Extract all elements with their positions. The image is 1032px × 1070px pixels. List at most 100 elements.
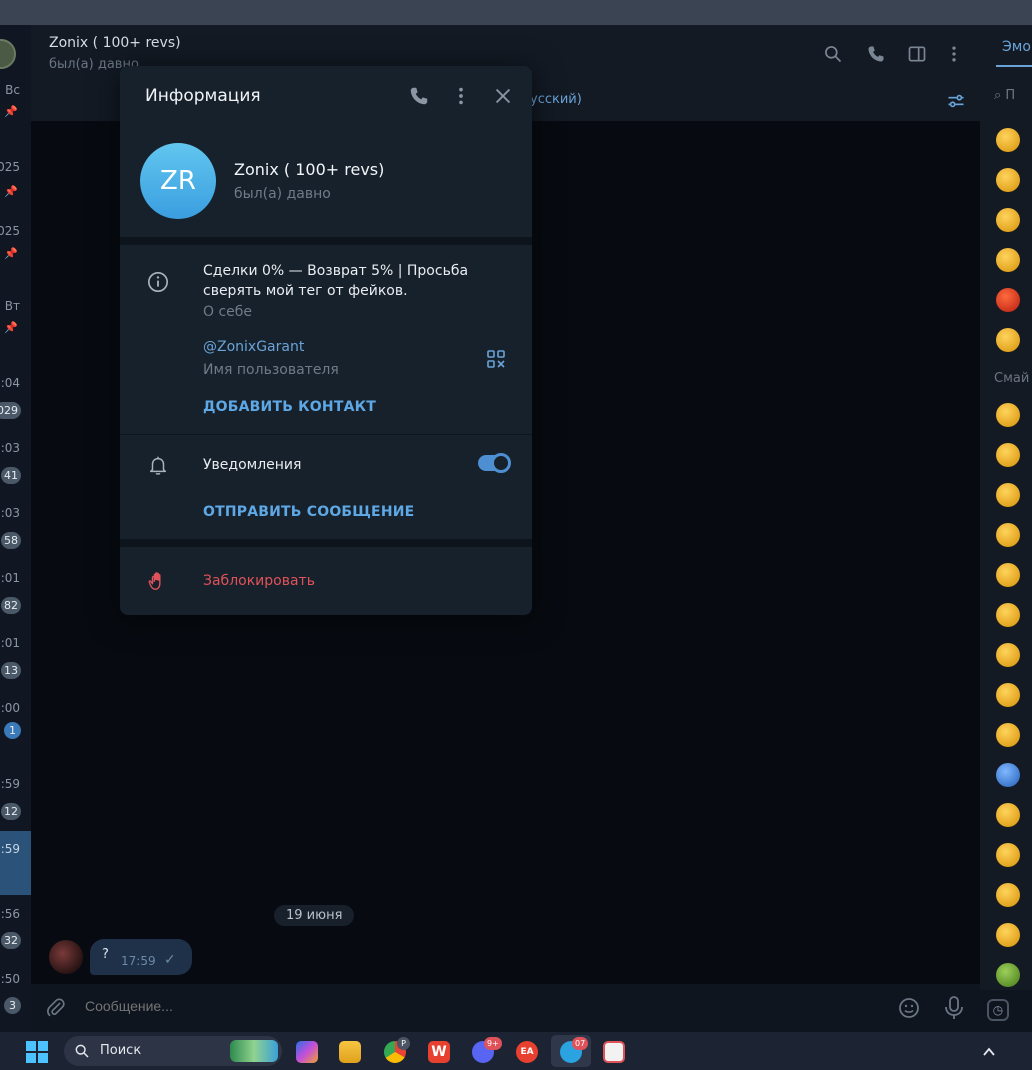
chat-list-time: :01 (0, 636, 20, 650)
emoji-item[interactable] (996, 723, 1020, 747)
taskbar-search[interactable]: Поиск (64, 1036, 282, 1066)
emoji-item[interactable] (996, 403, 1020, 427)
paperclip-icon[interactable] (45, 997, 67, 1019)
more-vertical-icon[interactable] (944, 44, 964, 64)
chat-list-avatar[interactable] (0, 39, 16, 69)
chat-list-time: :00 (0, 701, 20, 715)
message-time: 17:59 (121, 954, 156, 968)
discord-badge: 9+ (484, 1037, 502, 1050)
emoji-search-placeholder: П (1005, 88, 1016, 103)
phone-icon[interactable] (408, 85, 430, 107)
emoji-item[interactable] (996, 288, 1020, 312)
emoji-item[interactable] (996, 843, 1020, 867)
ea-app-icon[interactable]: EA (516, 1041, 538, 1063)
username-caption: Имя пользователя (203, 362, 339, 378)
more-vertical-icon[interactable] (450, 85, 472, 107)
taskbar-search-label: Поиск (100, 1043, 142, 1058)
notifications-toggle[interactable] (478, 453, 511, 473)
emoji-item[interactable] (996, 523, 1020, 547)
chat-list-time: 025 (0, 160, 20, 174)
chat-list-time: 025 (0, 224, 20, 238)
unread-badge: 1 (4, 722, 21, 739)
emoji-item[interactable] (996, 683, 1020, 707)
pin-icon: 📌 (4, 321, 18, 334)
recent-clock-icon[interactable]: ◷ (987, 999, 1009, 1021)
close-icon[interactable] (492, 85, 514, 107)
info-dialog: Информация ZR Zonix ( 100+ revs) был(а) … (120, 66, 532, 615)
message-input[interactable] (85, 998, 785, 1014)
copilot-icon[interactable] (296, 1041, 318, 1063)
section-divider (120, 539, 532, 547)
emoji-item[interactable] (996, 803, 1020, 827)
chat-list-time: :01 (0, 571, 20, 585)
toggle-knob (491, 453, 511, 473)
file-explorer-icon[interactable] (339, 1041, 361, 1063)
emoji-item[interactable] (996, 168, 1020, 192)
search-icon: ⌕ (994, 88, 1006, 103)
chat-list-time: :59 (0, 777, 20, 791)
chat-list-time: :04 (0, 376, 20, 390)
filter-icon[interactable] (946, 91, 966, 111)
sidebar-toggle-icon[interactable] (907, 44, 927, 64)
avatar[interactable] (49, 940, 83, 974)
unread-badge: 3 (4, 997, 21, 1014)
qr-code-icon[interactable] (486, 349, 506, 369)
notifications-label: Уведомления (203, 457, 302, 473)
microphone-icon[interactable] (943, 995, 965, 1021)
tab-underline (996, 65, 1032, 67)
dialog-title: Информация (145, 86, 261, 106)
message-bubble[interactable]: ? 17:59 ✓ (90, 939, 192, 975)
search-icon (75, 1044, 89, 1058)
add-contact-button[interactable]: ДОБАВИТЬ КОНТАКТ (203, 399, 376, 415)
send-message-button[interactable]: ОТПРАВИТЬ СООБЩЕНИЕ (203, 504, 414, 520)
chat-list-time: :50 (0, 972, 20, 986)
emoji-search[interactable]: ⌕ П (994, 88, 1032, 114)
emoji-item[interactable] (996, 563, 1020, 587)
profile-username[interactable]: @ZonixGarant (203, 339, 304, 355)
emoji-item[interactable] (996, 248, 1020, 272)
search-icon[interactable] (823, 44, 843, 64)
profile-status: был(а) давно (234, 186, 331, 202)
emoji-item[interactable] (996, 483, 1020, 507)
avatar[interactable]: ZR (140, 143, 216, 219)
unread-badge: 58 (1, 532, 21, 549)
block-hand-icon (148, 572, 161, 590)
telegram-icon[interactable]: 07 (560, 1037, 589, 1063)
emoji-panel-footer: ◷ (980, 990, 1032, 1032)
snipping-tool-icon[interactable] (603, 1041, 625, 1063)
emoji-item[interactable] (996, 763, 1020, 787)
emoji-icon[interactable] (897, 996, 921, 1020)
message-composer (31, 984, 980, 1032)
discord-icon[interactable]: 9+ (472, 1037, 502, 1063)
info-icon (148, 272, 168, 292)
emoji-item[interactable] (996, 643, 1020, 667)
block-user-button[interactable]: Заблокировать (203, 573, 315, 589)
unread-badge: 32 (1, 932, 21, 949)
tab-emoji[interactable]: Эмо (1002, 39, 1031, 55)
phone-icon[interactable] (866, 44, 886, 64)
chat-list-item-active[interactable]: :59 (0, 831, 31, 895)
pin-icon: 📌 (4, 105, 18, 118)
chat-list-time: :03 (0, 441, 20, 455)
emoji-item[interactable] (996, 208, 1020, 232)
chat-list-time: :59 (0, 842, 20, 856)
emoji-item[interactable] (996, 883, 1020, 907)
unread-badge: 12 (1, 803, 21, 820)
windows-start-icon[interactable] (26, 1041, 48, 1063)
chat-title[interactable]: Zonix ( 100+ revs) (49, 35, 181, 51)
emoji-item[interactable] (996, 128, 1020, 152)
emoji-item[interactable] (996, 328, 1020, 352)
section-line (120, 434, 532, 435)
emoji-item[interactable] (996, 963, 1020, 987)
emoji-item[interactable] (996, 603, 1020, 627)
chrome-icon[interactable]: P (384, 1037, 410, 1063)
wps-office-icon[interactable]: W (428, 1041, 450, 1063)
unread-badge: 82 (1, 597, 21, 614)
chat-list-time: :03 (0, 506, 20, 520)
pin-icon: 📌 (4, 247, 18, 260)
chat-list-time: Вс (5, 83, 20, 97)
emoji-item[interactable] (996, 923, 1020, 947)
chevron-up-icon[interactable] (982, 1045, 996, 1059)
pinned-message-text[interactable]: усский) (530, 92, 582, 107)
emoji-item[interactable] (996, 443, 1020, 467)
